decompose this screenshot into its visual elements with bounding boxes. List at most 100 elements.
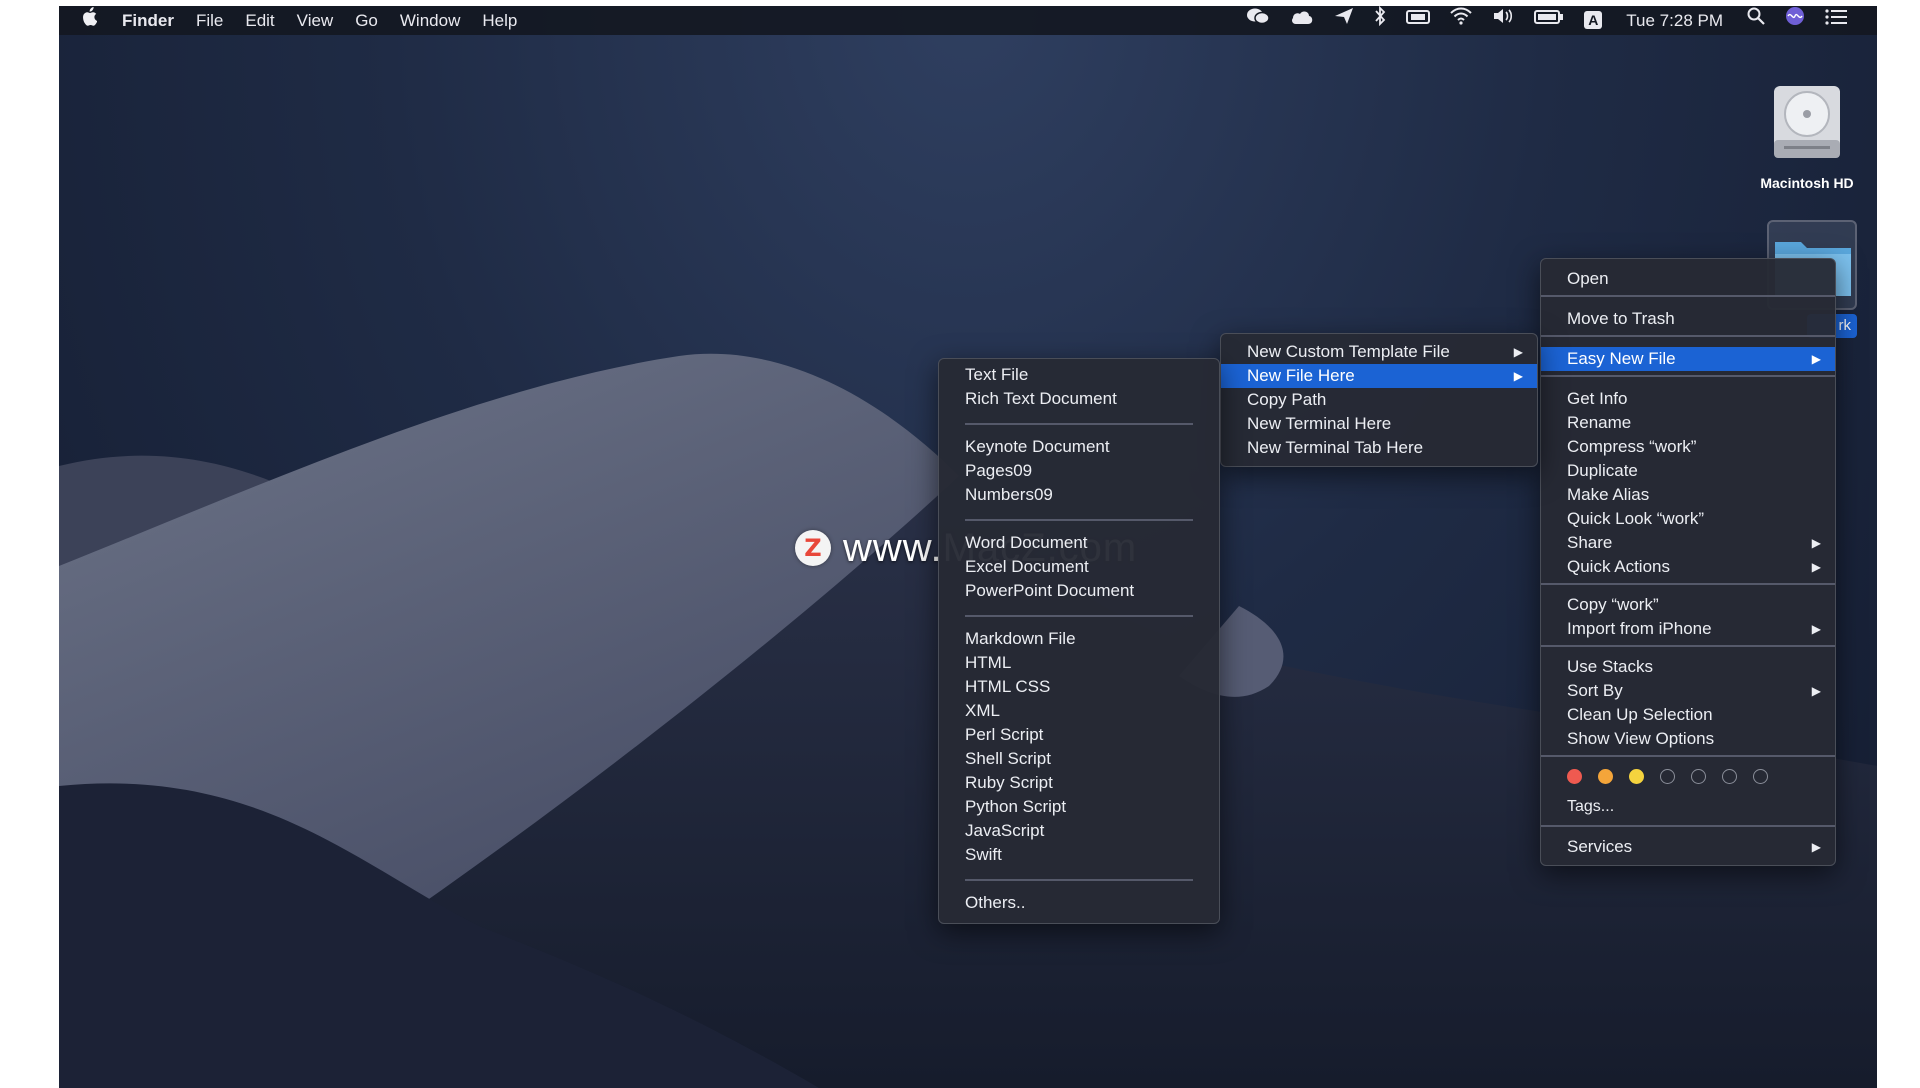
- macintosh-hd-label: Macintosh HD: [1760, 175, 1854, 191]
- submenu-item-new-file-here[interactable]: New File Here ▶: [1221, 364, 1537, 388]
- menu-help[interactable]: Help: [471, 6, 528, 35]
- send-icon[interactable]: [1324, 6, 1364, 35]
- submenu-arrow-icon: ▶: [1513, 345, 1523, 359]
- menu-item-move-to-trash[interactable]: Move to Trash: [1541, 307, 1835, 331]
- file-type-powerpoint[interactable]: PowerPoint Document: [939, 579, 1219, 603]
- menu-item-view-options-label: Show View Options: [1567, 729, 1715, 748]
- menu-item-compress[interactable]: Compress “work”: [1541, 435, 1835, 459]
- submenu-item-new-terminal-here[interactable]: New Terminal Here: [1221, 412, 1537, 436]
- menu-separator: [965, 423, 1193, 425]
- file-type-text-file[interactable]: Text File: [939, 363, 1219, 387]
- menu-item-import-from-iphone[interactable]: Import from iPhone ▶: [1541, 617, 1835, 641]
- menu-item-copy-label: Copy “work”: [1567, 595, 1659, 614]
- menu-item-quick-look[interactable]: Quick Look “work”: [1541, 507, 1835, 531]
- menu-file[interactable]: File: [185, 6, 234, 35]
- file-type-shell[interactable]: Shell Script: [939, 747, 1219, 771]
- file-type-keynote[interactable]: Keynote Document: [939, 435, 1219, 459]
- tag-orange-dot[interactable]: [1598, 769, 1613, 784]
- menu-item-get-info[interactable]: Get Info: [1541, 387, 1835, 411]
- tag-gray-dot[interactable]: [1753, 769, 1768, 784]
- file-type-javascript[interactable]: JavaScript: [939, 819, 1219, 843]
- wifi-icon[interactable]: [1440, 6, 1482, 35]
- menu-separator: [1541, 645, 1835, 647]
- macintosh-hd-icon[interactable]: Macintosh HD: [1737, 84, 1877, 191]
- display-icon[interactable]: [1396, 6, 1440, 35]
- submenu-item-copy-path[interactable]: Copy Path: [1221, 388, 1537, 412]
- file-type-html-css[interactable]: HTML CSS: [939, 675, 1219, 699]
- tag-yellow-dot[interactable]: [1629, 769, 1644, 784]
- menu-item-services[interactable]: Services ▶: [1541, 835, 1835, 859]
- tag-green-dot[interactable]: [1660, 769, 1675, 784]
- file-type-label: Text File: [965, 365, 1029, 384]
- wechat-icon[interactable]: [1236, 6, 1280, 35]
- menu-item-duplicate[interactable]: Duplicate: [1541, 459, 1835, 483]
- menu-item-share-label: Share: [1567, 533, 1613, 552]
- menubar-clock[interactable]: Tue 7:28 PM: [1612, 6, 1737, 35]
- menu-item-easy-new-file-label: Easy New File: [1567, 349, 1676, 368]
- tag-purple-dot[interactable]: [1722, 769, 1737, 784]
- notification-center-icon[interactable]: [1815, 6, 1877, 35]
- file-type-pages[interactable]: Pages09: [939, 459, 1219, 483]
- menu-item-copy[interactable]: Copy “work”: [1541, 593, 1835, 617]
- menu-item-show-view-options[interactable]: Show View Options: [1541, 727, 1835, 751]
- cloud-icon[interactable]: [1280, 6, 1324, 35]
- work-folder-label-text: rk: [1838, 317, 1852, 334]
- menu-item-use-stacks-label: Use Stacks: [1567, 657, 1653, 676]
- submenu-item-label: New File Here: [1247, 366, 1355, 385]
- tag-blue-dot[interactable]: [1691, 769, 1706, 784]
- file-type-html[interactable]: HTML: [939, 651, 1219, 675]
- menu-item-quick-look-label: Quick Look “work”: [1567, 509, 1704, 528]
- menu-item-easy-new-file[interactable]: Easy New File ▶: [1541, 347, 1835, 371]
- menu-go[interactable]: Go: [344, 6, 389, 35]
- menu-separator: [1541, 825, 1835, 827]
- spotlight-search-icon[interactable]: [1737, 6, 1775, 35]
- file-type-rich-text[interactable]: Rich Text Document: [939, 387, 1219, 411]
- file-type-label: Shell Script: [965, 749, 1051, 768]
- menu-item-tags[interactable]: Tags...: [1541, 795, 1835, 819]
- file-type-label: XML: [965, 701, 1000, 720]
- menu-window[interactable]: Window: [389, 6, 471, 35]
- file-type-numbers[interactable]: Numbers09: [939, 483, 1219, 507]
- input-source-icon[interactable]: A: [1574, 6, 1612, 35]
- hard-drive-icon: [1774, 86, 1840, 158]
- file-type-others[interactable]: Others..: [939, 891, 1219, 915]
- volume-icon[interactable]: [1482, 6, 1524, 35]
- menu-edit[interactable]: Edit: [234, 6, 285, 35]
- tag-color-row: [1567, 767, 1807, 787]
- menu-item-duplicate-label: Duplicate: [1567, 461, 1638, 480]
- menu-item-clean-up-selection[interactable]: Clean Up Selection: [1541, 703, 1835, 727]
- menu-item-open[interactable]: Open: [1541, 267, 1835, 291]
- apple-icon[interactable]: [59, 6, 111, 35]
- app-name-finder[interactable]: Finder: [111, 6, 185, 35]
- submenu-item-new-custom-template[interactable]: New Custom Template File ▶: [1221, 340, 1537, 364]
- file-type-markdown[interactable]: Markdown File: [939, 627, 1219, 651]
- file-type-word[interactable]: Word Document: [939, 531, 1219, 555]
- menu-item-share[interactable]: Share ▶: [1541, 531, 1835, 555]
- new-file-type-submenu: Text File Rich Text Document Keynote Doc…: [938, 358, 1220, 924]
- file-type-label: HTML CSS: [965, 677, 1051, 696]
- menu-item-sort-by[interactable]: Sort By ▶: [1541, 679, 1835, 703]
- submenu-item-new-terminal-tab-here[interactable]: New Terminal Tab Here: [1221, 436, 1537, 460]
- file-type-label: JavaScript: [965, 821, 1045, 840]
- file-type-xml[interactable]: XML: [939, 699, 1219, 723]
- file-type-label: PowerPoint Document: [965, 581, 1135, 600]
- bluetooth-icon[interactable]: [1364, 6, 1396, 36]
- menu-item-clean-up-label: Clean Up Selection: [1567, 705, 1713, 724]
- submenu-item-label: Copy Path: [1247, 390, 1327, 409]
- file-type-ruby[interactable]: Ruby Script: [939, 771, 1219, 795]
- menu-item-use-stacks[interactable]: Use Stacks: [1541, 655, 1835, 679]
- file-type-perl[interactable]: Perl Script: [939, 723, 1219, 747]
- battery-icon[interactable]: [1524, 6, 1574, 35]
- file-type-excel[interactable]: Excel Document: [939, 555, 1219, 579]
- menu-item-make-alias[interactable]: Make Alias: [1541, 483, 1835, 507]
- menu-item-rename[interactable]: Rename: [1541, 411, 1835, 435]
- menu-view[interactable]: View: [286, 6, 345, 35]
- menu-item-quick-actions[interactable]: Quick Actions ▶: [1541, 555, 1835, 579]
- submenu-arrow-icon: ▶: [1811, 560, 1821, 574]
- siri-icon[interactable]: [1775, 6, 1815, 36]
- file-type-python[interactable]: Python Script: [939, 795, 1219, 819]
- tag-red-dot[interactable]: [1567, 769, 1582, 784]
- submenu-arrow-icon: ▶: [1513, 369, 1523, 383]
- file-type-swift[interactable]: Swift: [939, 843, 1219, 867]
- menu-item-compress-label: Compress “work”: [1567, 437, 1697, 456]
